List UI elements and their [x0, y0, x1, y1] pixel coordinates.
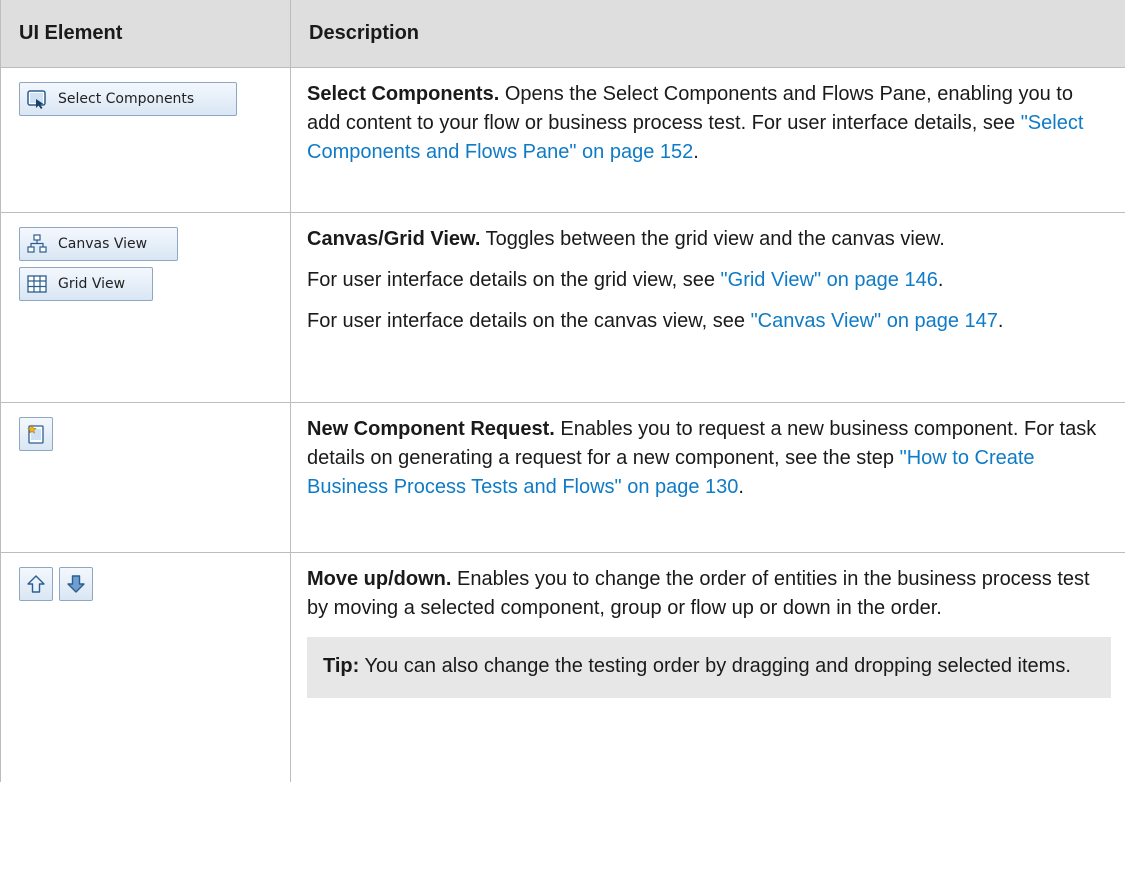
grid-view-link[interactable]: "Grid View" on page 146 [721, 269, 938, 291]
ui-element-cell: Select Components [0, 67, 291, 213]
tip-box: Tip: You can also change the testing ord… [307, 637, 1111, 698]
table-row: Select Components Select Components. Ope… [0, 67, 1125, 213]
description-cell: Move up/down. Enables you to change the … [290, 552, 1125, 782]
table-row: Move up/down. Enables you to change the … [0, 552, 1125, 782]
description-cell: Canvas/Grid View. Toggles between the gr… [290, 212, 1125, 403]
canvas-view-icon [27, 234, 47, 253]
move-up-button[interactable] [19, 567, 53, 601]
grid-view-icon [27, 275, 47, 293]
table-row: Canvas View Grid View Canvas/Grid View. … [0, 212, 1125, 403]
element-title: Select Components. [307, 83, 500, 105]
canvas-view-label: Canvas View [58, 235, 148, 252]
element-title: Canvas/Grid View. [307, 228, 481, 250]
select-components-label: Select Components [58, 90, 195, 107]
header-description: Description [290, 0, 1125, 68]
description-text: For user interface details on the grid v… [307, 269, 721, 291]
move-down-button[interactable] [59, 567, 93, 601]
move-down-icon [67, 575, 85, 593]
header-ui-element: UI Element [0, 0, 291, 68]
select-components-icon [27, 90, 46, 109]
table-header-row: UI Element Description [0, 0, 1125, 68]
ui-element-cell [0, 402, 291, 553]
select-components-button[interactable]: Select Components [19, 82, 237, 116]
description-cell: Select Components. Opens the Select Comp… [290, 67, 1125, 213]
ui-element-cell [0, 552, 291, 782]
period: . [693, 141, 699, 163]
description-cell: New Component Request. Enables you to re… [290, 402, 1125, 553]
description-text: Toggles between the grid view and the ca… [480, 228, 945, 250]
canvas-view-button[interactable]: Canvas View [19, 227, 178, 261]
table-row: New Component Request. Enables you to re… [0, 402, 1125, 553]
canvas-view-link[interactable]: "Canvas View" on page 147 [751, 310, 998, 332]
tip-label: Tip: [323, 655, 360, 677]
move-up-icon [27, 575, 45, 593]
grid-view-button[interactable]: Grid View [19, 267, 153, 301]
period: . [937, 269, 944, 291]
new-component-request-icon [27, 424, 44, 444]
ui-element-cell: Canvas View Grid View [0, 212, 291, 403]
period: . [738, 476, 744, 498]
element-title: Move up/down. [307, 568, 452, 590]
grid-view-label: Grid View [58, 275, 126, 292]
ui-elements-table: UI Element Description Select Components… [0, 0, 1125, 782]
period: . [997, 310, 1004, 332]
description-text: For user interface details on the canvas… [307, 310, 751, 332]
element-title: New Component Request. [307, 418, 555, 440]
tip-text: You can also change the testing order by… [359, 655, 1071, 677]
new-component-request-button[interactable] [19, 417, 53, 451]
